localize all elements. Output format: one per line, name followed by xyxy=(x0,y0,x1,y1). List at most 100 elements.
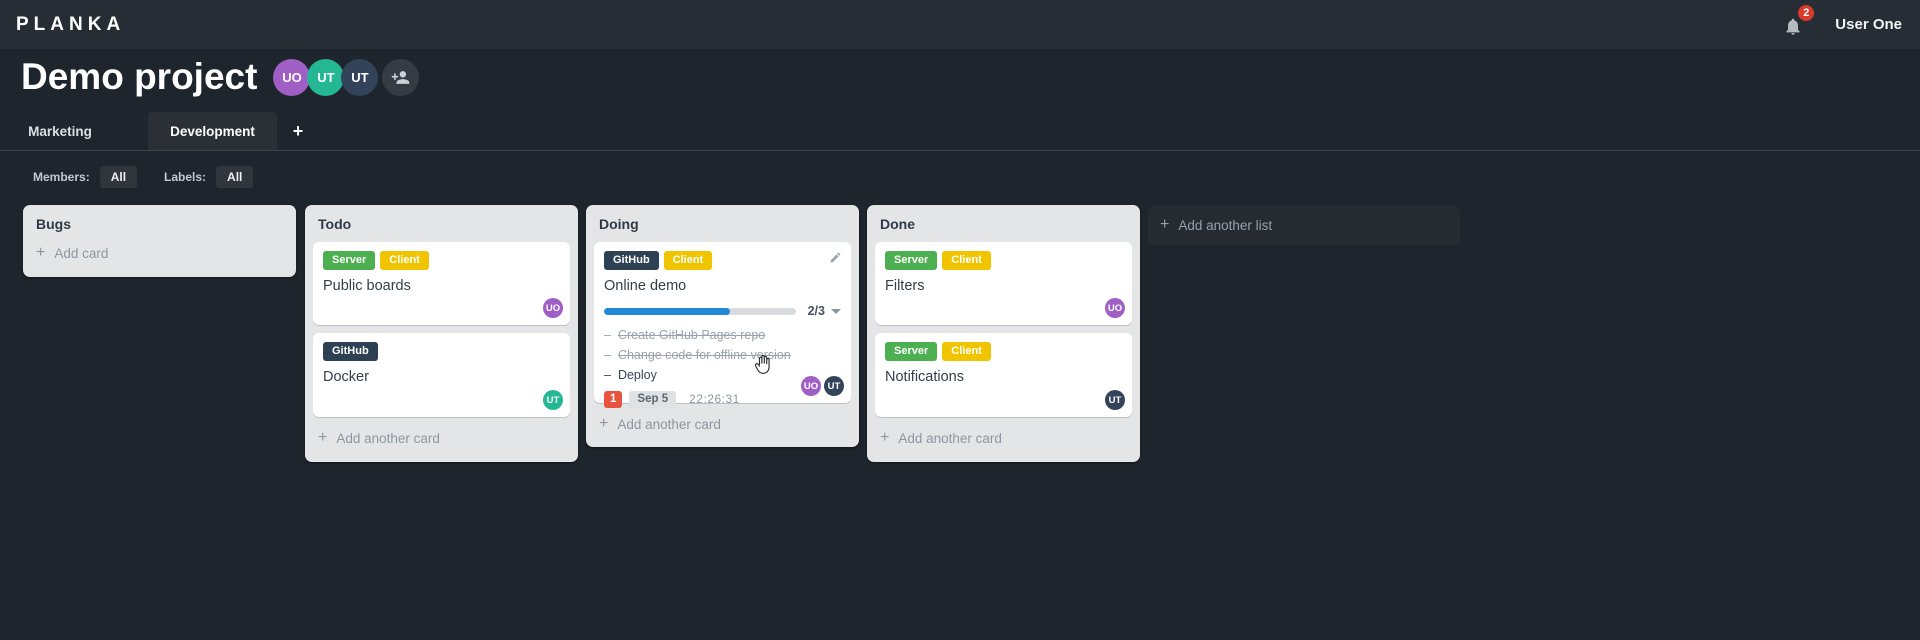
timer-badge: 22:26:31 xyxy=(689,392,740,406)
app-logo[interactable]: PLANKA xyxy=(16,14,125,36)
filter-bar: Members: All Labels: All xyxy=(33,164,254,190)
tabs-divider xyxy=(0,150,1920,151)
list-name[interactable]: Todo xyxy=(305,205,578,232)
add-list-button[interactable]: + Add another list xyxy=(1148,205,1460,245)
card-members: UO xyxy=(1105,298,1125,318)
project-member-avatar[interactable]: UO xyxy=(273,58,311,96)
plus-icon: + xyxy=(36,244,46,261)
task-text: Change code for offline version xyxy=(617,348,791,362)
user-menu[interactable]: User One xyxy=(1835,16,1902,33)
progress-bar xyxy=(604,307,796,315)
notifications-button[interactable]: 2 xyxy=(1783,4,1815,37)
add-another-card-button[interactable]: + Add another card xyxy=(867,430,1140,446)
list-bugs: Bugs + Add card xyxy=(23,205,296,277)
person-add-icon xyxy=(392,70,410,84)
task-item: – Change code for offline version xyxy=(604,345,841,365)
project-members: UO UT UT xyxy=(273,58,420,96)
card-notifications[interactable]: Server Client Notifications UT xyxy=(875,333,1132,417)
label-github: GitHub xyxy=(604,251,659,270)
card-labels: Server Client xyxy=(885,342,1122,361)
card-members: UT xyxy=(543,390,563,410)
card-members: UO UT xyxy=(801,376,844,396)
task-text: Deploy xyxy=(617,368,657,382)
card-members: UO xyxy=(543,298,563,318)
card-title: Public boards xyxy=(323,278,411,294)
add-card-label: Add another card xyxy=(898,430,1002,446)
list-name[interactable]: Bugs xyxy=(23,205,296,232)
project-header: Demo project UO UT UT xyxy=(21,55,420,99)
list-name[interactable]: Done xyxy=(867,205,1140,232)
pencil-icon xyxy=(830,252,841,263)
list-name[interactable]: Doing xyxy=(586,205,859,232)
top-bar-right: 2 User One xyxy=(1783,4,1902,37)
list-doing: Doing GitHub Client Online demo 2/3 – Cr… xyxy=(586,205,859,447)
label-server: Server xyxy=(323,251,376,270)
members-filter-label: Members: xyxy=(33,170,90,184)
card-member-avatar: UO xyxy=(1105,298,1125,318)
label-client: Client xyxy=(942,342,991,361)
labels-filter-value[interactable]: All xyxy=(216,166,254,188)
card-labels: Server Client xyxy=(885,251,1122,270)
board-tabs: Marketing Development + xyxy=(0,112,303,150)
project-title[interactable]: Demo project xyxy=(21,55,257,99)
task-item: – Create GitHub Pages repo xyxy=(604,325,841,345)
card-docker[interactable]: GitHub Docker UT xyxy=(313,333,570,417)
progress-bar-fill xyxy=(604,307,731,315)
add-card-label: Add another card xyxy=(617,416,721,432)
checklist-progress: 2/3 xyxy=(604,304,841,318)
add-another-card-button[interactable]: + Add another card xyxy=(305,430,578,446)
card-member-avatar: UO xyxy=(543,298,563,318)
due-date-badge: Sep 5 xyxy=(629,390,677,408)
plus-icon: + xyxy=(318,429,328,446)
project-member-avatar[interactable]: UT xyxy=(307,58,345,96)
task-bullet: – xyxy=(604,368,611,382)
add-card-label: Add another card xyxy=(336,430,440,446)
task-bullet: – xyxy=(604,348,611,362)
plus-icon: + xyxy=(880,429,890,446)
add-card-button[interactable]: + Add card xyxy=(23,245,296,261)
add-member-button[interactable] xyxy=(382,58,420,96)
task-bullet: – xyxy=(604,328,611,342)
list-done: Done Server Client Filters UO Server Cli… xyxy=(867,205,1140,462)
edit-card-button[interactable] xyxy=(829,251,842,269)
notification-badge: 2 xyxy=(1798,4,1815,21)
checklist-summary: 2/3 xyxy=(807,304,825,318)
add-board-button[interactable]: + xyxy=(283,112,313,150)
overdue-badge: 1 xyxy=(604,390,623,408)
card-title: Notifications xyxy=(885,369,964,385)
card-member-avatar: UT xyxy=(824,376,844,396)
chevron-down-icon[interactable] xyxy=(831,308,841,314)
card-title: Filters xyxy=(885,278,925,294)
add-list-label: Add another list xyxy=(1178,217,1273,233)
planka-app: PLANKA 2 User One Demo project UO UT UT xyxy=(0,0,1920,640)
card-labels: GitHub Client xyxy=(604,251,841,270)
task-text: Create GitHub Pages repo xyxy=(617,328,766,342)
plus-icon: + xyxy=(599,415,609,432)
card-member-avatar: UO xyxy=(801,376,821,396)
label-server: Server xyxy=(885,342,938,361)
card-public-boards[interactable]: Server Client Public boards UO xyxy=(313,242,570,325)
card-title: Online demo xyxy=(604,278,687,294)
label-server: Server xyxy=(885,251,938,270)
add-another-card-button[interactable]: + Add another card xyxy=(586,416,859,432)
tab-marketing[interactable]: Marketing xyxy=(0,112,120,150)
labels-filter-label: Labels: xyxy=(164,170,207,184)
card-members: UT xyxy=(1105,390,1125,410)
card-member-avatar: UT xyxy=(1105,390,1125,410)
card-title: Docker xyxy=(323,369,369,385)
card-online-demo[interactable]: GitHub Client Online demo 2/3 – Create G… xyxy=(594,242,851,408)
label-client: Client xyxy=(663,251,713,270)
top-bar: PLANKA 2 User One xyxy=(0,0,1920,49)
label-github: GitHub xyxy=(323,342,378,361)
list-todo: Todo Server Client Public boards UO GitH… xyxy=(305,205,578,462)
tab-development[interactable]: Development xyxy=(148,112,277,150)
card-labels: GitHub xyxy=(323,342,560,361)
label-client: Client xyxy=(942,251,991,270)
card-labels: Server Client xyxy=(323,251,560,270)
members-filter-value[interactable]: All xyxy=(99,166,138,188)
card-filters[interactable]: Server Client Filters UO xyxy=(875,242,1132,325)
add-card-label: Add card xyxy=(54,245,109,261)
plus-icon: + xyxy=(1160,216,1170,233)
project-member-avatar[interactable]: UT xyxy=(341,58,379,96)
card-member-avatar: UT xyxy=(543,390,563,410)
